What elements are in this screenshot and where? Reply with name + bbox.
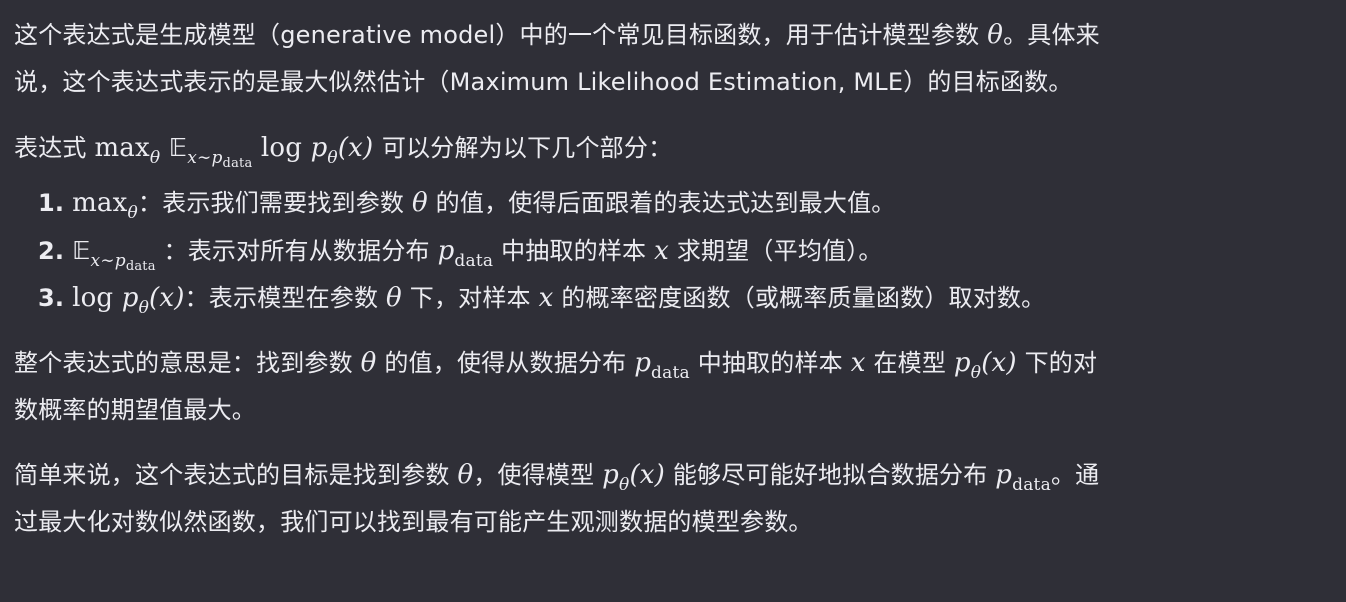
meaning-paragraph: 整个表达式的意思是：找到参数 θ 的值，使得从数据分布 pdata 中抽取的样本… [14, 348, 1098, 424]
summary-paragraph: 简单来说，这个表达式的目标是找到参数 θ，使得模型 pθ(x) 能够尽可能好地拟… [14, 460, 1100, 536]
list-item: 3. log pθ(x)：表示模型在参数 θ 下，对样本 x 的概率密度函数（或… [38, 283, 1046, 318]
expectation-subscript: x∼pdata [187, 148, 253, 171]
list-item: 1. maxθ：表示我们需要找到参数 θ 的值，使得后面跟着的表达式达到最大值。 [38, 188, 896, 223]
parts-list: 1. maxθ：表示我们需要找到参数 θ 的值，使得后面跟着的表达式达到最大值。… [14, 180, 1314, 322]
expression-prefix: 表达式 [14, 134, 87, 162]
intro-line2-text: 说，这个表达式表示的是最大似然估计（Maximum Likelihood Est… [14, 68, 1073, 96]
theta-symbol: θ [987, 20, 1004, 50]
p-symbol: p [310, 133, 328, 163]
max-theta-formula: maxθ [72, 188, 138, 223]
expression-paragraph: 表达式 maxθ 𝔼x∼pdata log pθ(x) 可以分解为以下几个部分： [14, 124, 1314, 172]
intro-line1-end: 。具体来 [1003, 21, 1100, 49]
expectation-symbol: 𝔼 [168, 133, 188, 162]
list-item: 2. 𝔼x∼pdata ：表示对所有从数据分布 pdata 中抽取的样本 x 求… [38, 236, 883, 274]
p-subscript-theta: θ [327, 148, 338, 168]
log-operator: log [260, 133, 303, 163]
x-argument: (x) [337, 133, 374, 163]
expectation-formula: 𝔼x∼pdata [72, 236, 156, 274]
max-subscript-theta: θ [149, 148, 161, 168]
response-content: 这个表达式是生成模型（generative model）中的一个常见目标函数，用… [14, 12, 1314, 546]
max-operator: max [94, 133, 150, 163]
expression-suffix: 可以分解为以下几个部分： [381, 134, 673, 162]
expression-formula: maxθ 𝔼x∼pdata log pθ(x) [94, 133, 381, 170]
intro-paragraph: 这个表达式是生成模型（generative model）中的一个常见目标函数，用… [14, 12, 1314, 106]
intro-line1: 这个表达式是生成模型（generative model）中的一个常见目标函数，用… [14, 21, 980, 49]
p-data-formula: pdata [437, 236, 494, 271]
log-p-formula: log pθ(x) [72, 283, 185, 318]
